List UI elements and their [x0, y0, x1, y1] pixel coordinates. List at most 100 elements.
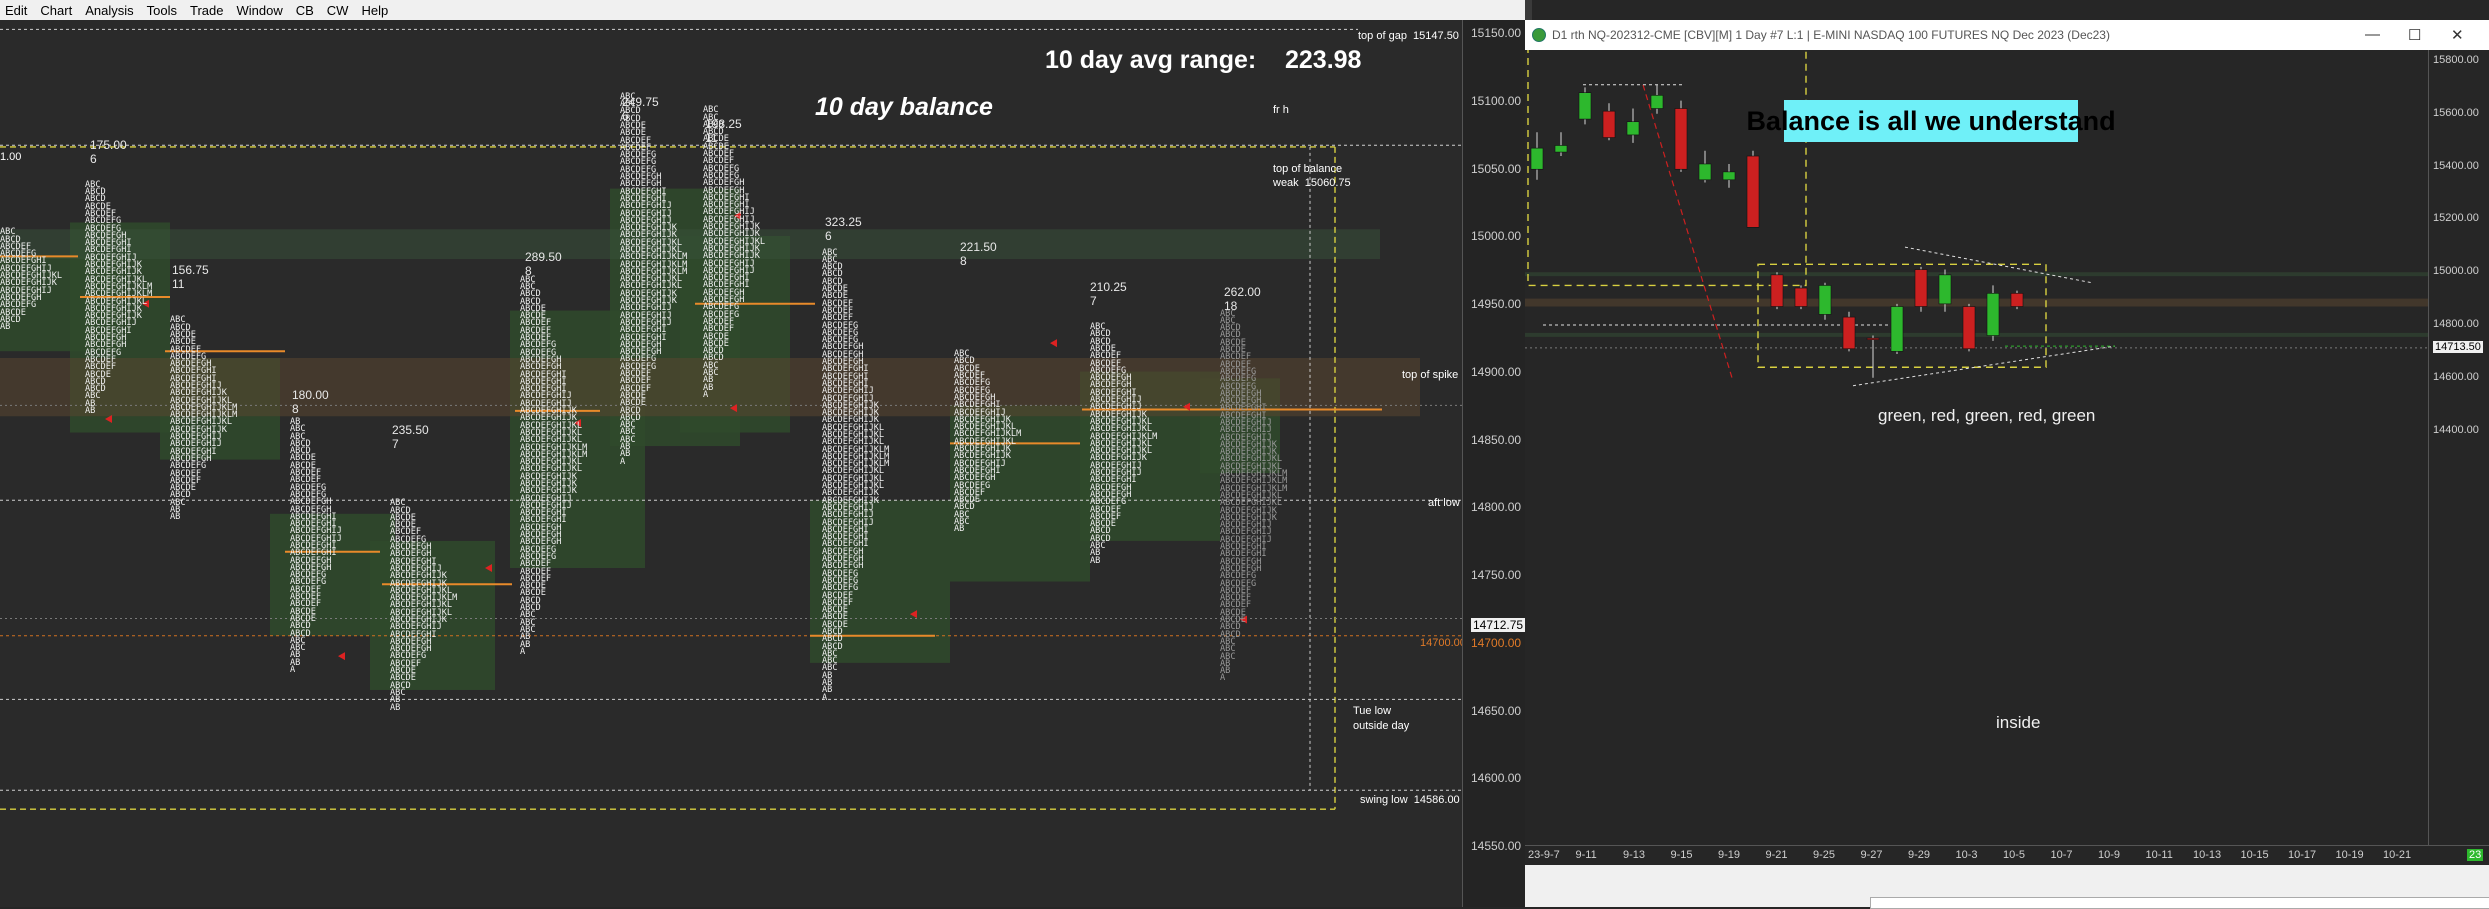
price-axis-label: 15150.00	[1471, 26, 1522, 40]
menu-cw[interactable]: CW	[322, 3, 357, 18]
date-axis-label: 10-11	[2145, 849, 2173, 861]
profile-range-label: 210.25	[1090, 280, 1127, 294]
menu-edit[interactable]: Edit	[0, 3, 35, 18]
candle-body	[1674, 108, 1688, 170]
date-axis-label: 10-7	[2050, 849, 2073, 861]
tpo-profile: ABC ABC ABCD ABCD ABCD ABCDE ABCDE ABCDE…	[822, 247, 890, 703]
current-price-badge: 14713.50	[2433, 340, 2483, 353]
candle-body	[1770, 274, 1784, 307]
candle-body	[1698, 163, 1712, 181]
level-14700-label: 14700.00	[1420, 637, 1462, 649]
fr-h-label: fr h	[1273, 104, 1289, 116]
tpo-profile: ABC ABC ABCD ABCD ABCDE ABCDE ABCDEF ABC…	[620, 91, 688, 467]
date-axis-label: 9-13	[1623, 849, 1646, 861]
tpo-profile: ABC ABCD ABCDE ABCDE ABCDEF ABCDEFG ABCD…	[390, 498, 458, 713]
price-axis-label: 14900.00	[1471, 364, 1522, 379]
profile-range-label: 156.75	[172, 263, 209, 277]
profile-count-label: 6	[622, 109, 629, 123]
date-axis-label: 9-21	[1765, 849, 1788, 861]
headline-text: Balance is all we understand	[1746, 105, 2116, 136]
tpo-chart[interactable]: ABC ABCD ABCDEF ABCDEFG ABCDEFGHI ABCDEF…	[0, 20, 1462, 907]
maximize-icon[interactable]: ☐	[2408, 26, 2421, 44]
footer-tab[interactable]	[1870, 897, 2489, 909]
date-axis-label: 9-19	[1718, 849, 1741, 861]
daily-chart-canvas	[1525, 50, 2428, 387]
profile-range-label: 323.25	[825, 215, 862, 229]
balance-box-1	[1527, 50, 1807, 287]
price-axis-label: 14850.00	[1471, 432, 1522, 447]
menu-cb[interactable]: CB	[291, 3, 322, 18]
price-axis-label: 14550.00	[1471, 839, 1522, 853]
candle-body	[1746, 155, 1760, 228]
avg-range-label: 10 day avg range:	[1045, 46, 1257, 74]
menu-help[interactable]: Help	[356, 3, 396, 18]
date-axis-label: 9-27	[1860, 849, 1883, 861]
date-axis-label: 10-9	[2098, 849, 2121, 861]
daily-chart-window[interactable]: D1 rth NQ-202312-CME [CBV][M] 1 Day #7 L…	[1525, 20, 2489, 909]
balance-label: 10 day balance	[815, 93, 993, 121]
profile-range-label: 180.00	[292, 388, 329, 402]
profile-range-label: 198.25	[705, 117, 742, 131]
profile-range-label: 262.00	[1224, 285, 1261, 299]
menu-analysis[interactable]: Analysis	[80, 3, 141, 18]
price-axis-label: 14600.00	[2433, 370, 2479, 383]
candle-body	[1866, 337, 1880, 341]
price-axis-label: 15400.00	[2433, 159, 2479, 172]
candle-body	[1890, 306, 1904, 352]
date-axis-label: 10-3	[1955, 849, 1978, 861]
price-axis-label: 14800.00	[1471, 500, 1522, 515]
window-titlebar[interactable]: D1 rth NQ-202312-CME [CBV][M] 1 Day #7 L…	[1525, 20, 2489, 50]
profile-range-label: 249.75	[622, 95, 659, 109]
date-axis-label: 10-13	[2193, 849, 2222, 861]
profile-count-label: 7	[392, 437, 399, 451]
headline-box: Balance is all we understand	[1746, 100, 2116, 142]
left-price-axis[interactable]: 15150.00 15100.00 15050.00 15000.00 14950.00…	[1462, 20, 1526, 907]
tue-low-label: Tue low	[1353, 705, 1392, 717]
candle-body	[1962, 306, 1976, 350]
menu-tools[interactable]: Tools	[142, 3, 185, 18]
top-of-balance-label: top of balance	[1273, 163, 1343, 175]
tpo-profile: ABC ABC ABCD ABCD ABCDE ABCDE ABCDEF ABC…	[1220, 308, 1288, 684]
right-price-axis[interactable]: 15800.00 15600.00 15400.00 15200.00 15000.00…	[2428, 50, 2489, 845]
tpo-profile: ABC ABC ABCD ABCD ABCDE ABCDE ABCDEF ABC…	[520, 274, 588, 657]
menu-window[interactable]: Window	[231, 3, 290, 18]
close-icon[interactable]: ✕	[2451, 26, 2464, 44]
minimize-icon[interactable]: —	[2365, 26, 2380, 43]
candle-body	[1722, 171, 1736, 181]
candle-body	[1914, 269, 1928, 307]
date-axis-label: 9-25	[1813, 849, 1836, 861]
swing-low-label: swing low 14586.00	[1360, 794, 1460, 806]
profile-count-label: 7	[1090, 294, 1097, 308]
candle-body	[1650, 95, 1664, 109]
profile-range-label: 235.50	[392, 423, 429, 437]
price-axis-label: 15000.00	[2433, 265, 2479, 278]
price-axis-label: 14650.00	[1471, 703, 1522, 718]
tpo-profile: AB ABC ABC ABCD ABCD ABCDE ABCDE ABCDEF …	[290, 416, 342, 676]
level-edge-label: 1.00	[0, 151, 22, 163]
profile-range-label: 221.50	[960, 240, 997, 254]
daily-chart-body[interactable]: Balance is all we understand green, red,…	[1525, 50, 2489, 909]
price-axis-label: 15100.00	[1471, 93, 1522, 108]
profile-count-label: 8	[960, 254, 967, 268]
top-of-spike-label: top of spike	[1402, 369, 1459, 381]
menu-chart[interactable]: Chart	[35, 3, 80, 18]
window-footer	[1525, 865, 2489, 909]
tpo-profile: ABC ABC ABCD ABCD ABCDE ABCDE ABCDEF ABC…	[703, 105, 766, 400]
aft-low-label: aft low	[1428, 497, 1460, 509]
date-axis-label: 9-29	[1908, 849, 1931, 861]
triangle-lower	[1852, 345, 2116, 387]
outside-day-label: outside day	[1353, 720, 1410, 732]
price-axis-label: 15600.00	[2433, 106, 2479, 119]
menu-trade[interactable]: Trade	[185, 3, 231, 18]
candle-body	[1938, 274, 1952, 305]
current-price-badge: 14712.75	[1471, 618, 1526, 633]
profile-count-label: 8	[292, 402, 299, 416]
chart-app-icon	[1532, 28, 1546, 42]
pattern-label: green, red, green, red, green	[1878, 406, 2096, 425]
candle-body	[1578, 92, 1592, 120]
date-axis-label: 10-5	[2003, 849, 2026, 861]
candle-body	[1626, 121, 1640, 136]
profile-range-label: 175.00	[90, 138, 127, 152]
candle-body	[1794, 287, 1808, 307]
date-axis[interactable]: 23-9-7 9-11 9-13 9-15 9-19 9-21 9-25 9-27 9-29 10…	[1525, 845, 2489, 866]
